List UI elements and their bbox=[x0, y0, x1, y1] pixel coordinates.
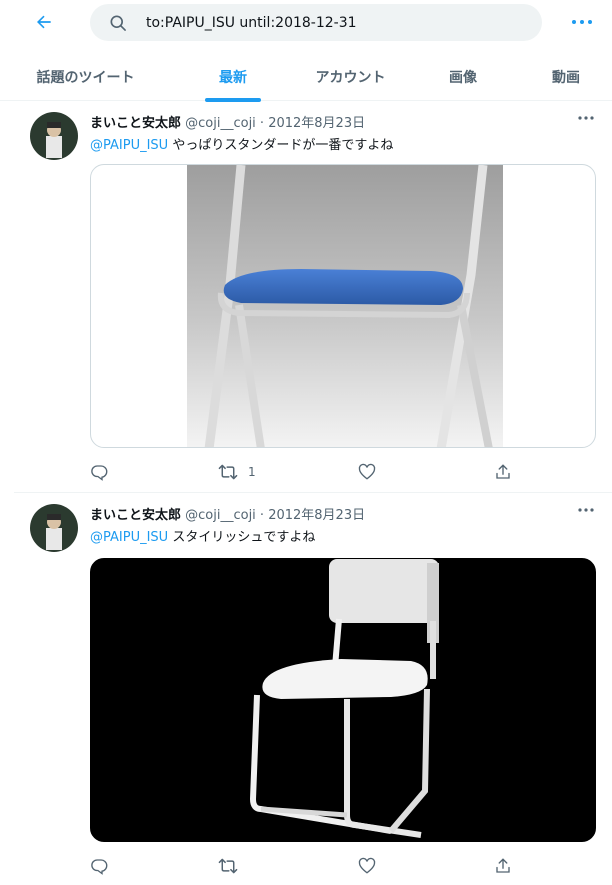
tab-videos[interactable]: 動画 bbox=[520, 52, 612, 101]
avatar[interactable] bbox=[30, 112, 78, 160]
reply-icon bbox=[91, 859, 108, 875]
display-name[interactable]: まいこと安太郎 bbox=[90, 116, 181, 131]
tweet-media[interactable] bbox=[90, 164, 596, 448]
more-icon bbox=[578, 508, 594, 512]
search-icon bbox=[110, 15, 126, 31]
like-button[interactable] bbox=[358, 462, 376, 482]
share-icon bbox=[496, 464, 510, 479]
search-box[interactable] bbox=[90, 4, 542, 41]
tab-label: 最新 bbox=[219, 69, 247, 86]
avatar-image bbox=[30, 112, 78, 160]
tab-label: 画像 bbox=[449, 69, 477, 86]
tweet-meta: @coji__coji · 2012年8月23日 bbox=[181, 116, 366, 131]
share-button[interactable] bbox=[494, 462, 512, 482]
like-icon bbox=[358, 857, 376, 874]
retweet-icon bbox=[218, 858, 238, 874]
tab-people[interactable]: アカウント bbox=[295, 52, 406, 101]
like-icon bbox=[358, 463, 376, 480]
share-icon bbox=[496, 858, 510, 873]
tweet-header: まいこと安太郎 @coji__coji · 2012年8月23日 bbox=[90, 112, 366, 131]
back-arrow-icon bbox=[37, 15, 51, 29]
tweet-text: @PAIPU_ISU やっぱりスタンダードが一番ですよね bbox=[90, 134, 393, 153]
tweet-more-button[interactable] bbox=[574, 108, 598, 128]
tweet-actions bbox=[90, 856, 520, 876]
avatar[interactable] bbox=[30, 504, 78, 552]
retweet-icon bbox=[218, 464, 238, 480]
tweet-header: まいこと安太郎 @coji__coji · 2012年8月23日 bbox=[90, 504, 366, 523]
tweet-media[interactable] bbox=[90, 558, 596, 842]
retweet-button[interactable]: 1 bbox=[218, 462, 256, 482]
search-header bbox=[0, 0, 612, 44]
tweet-actions: 1 bbox=[90, 462, 520, 482]
tweet[interactable]: まいこと安太郎 @coji__coji · 2012年8月23日 @PAIPU_… bbox=[14, 102, 612, 493]
tweet-meta: @coji__coji · 2012年8月23日 bbox=[181, 508, 366, 523]
white-chair-photo bbox=[91, 559, 595, 841]
tweet-more-button[interactable] bbox=[574, 500, 598, 520]
tab-label: 話題のツイート bbox=[36, 69, 135, 86]
mention-link[interactable]: @PAIPU_ISU bbox=[90, 530, 168, 545]
retweet-button[interactable] bbox=[218, 856, 248, 876]
tweet-body: やっぱりスタンダードが一番ですよね bbox=[168, 138, 394, 153]
reply-button[interactable] bbox=[90, 462, 108, 482]
more-icon bbox=[578, 116, 594, 120]
retweet-count: 1 bbox=[248, 465, 256, 479]
share-button[interactable] bbox=[494, 856, 512, 876]
search-tabs: 話題のツイート 最新 アカウント 画像 動画 bbox=[0, 52, 612, 102]
back-button[interactable] bbox=[28, 8, 60, 36]
tweet[interactable]: まいこと安太郎 @coji__coji · 2012年8月23日 @PAIPU_… bbox=[14, 494, 612, 885]
avatar-image bbox=[30, 504, 78, 552]
tab-latest[interactable]: 最新 bbox=[171, 52, 295, 102]
folding-chair-photo bbox=[187, 165, 503, 447]
tweet-text: @PAIPU_ISU スタイリッシュですよね bbox=[90, 526, 315, 545]
display-name[interactable]: まいこと安太郎 bbox=[90, 508, 181, 523]
tab-label: アカウント bbox=[315, 69, 386, 86]
reply-button[interactable] bbox=[90, 856, 108, 876]
mention-link[interactable]: @PAIPU_ISU bbox=[90, 138, 168, 153]
tab-top[interactable]: 話題のツイート bbox=[0, 52, 171, 101]
more-icon bbox=[572, 20, 592, 24]
search-input[interactable] bbox=[146, 4, 526, 41]
reply-icon bbox=[91, 465, 108, 481]
tweet-body: スタイリッシュですよね bbox=[168, 530, 316, 545]
more-options-button[interactable] bbox=[566, 8, 598, 36]
tab-label: 動画 bbox=[552, 69, 580, 86]
tab-photos[interactable]: 画像 bbox=[406, 52, 520, 101]
like-button[interactable] bbox=[358, 856, 376, 876]
